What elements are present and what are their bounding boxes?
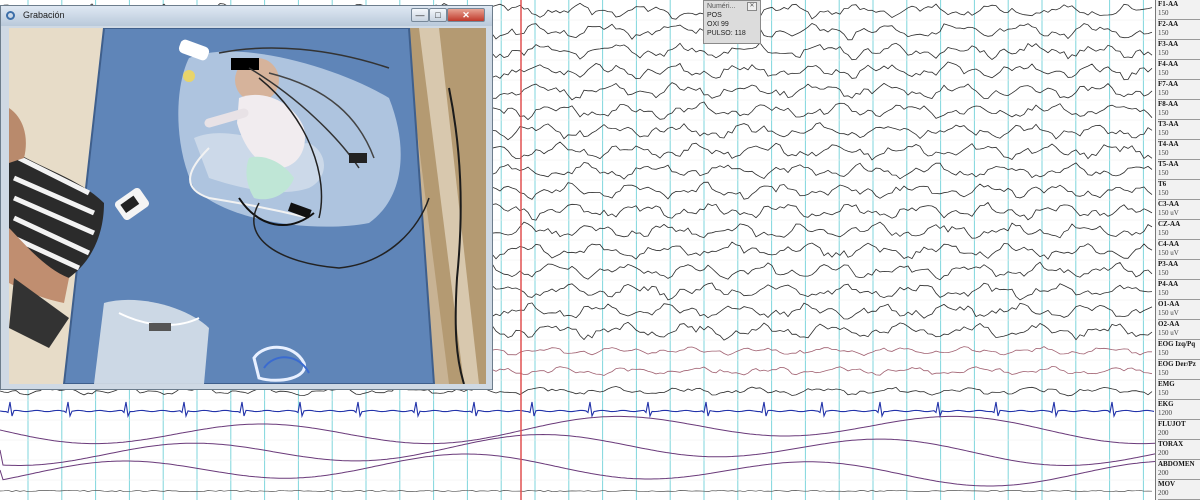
channel-name: C4-AA xyxy=(1158,240,1179,248)
channel-name: F4-AA xyxy=(1158,60,1179,68)
channel-name: O2-AA xyxy=(1158,320,1180,328)
channel-gain: 150 xyxy=(1158,89,1169,97)
channel-gain: 150 xyxy=(1158,229,1169,237)
channel-name: T3-AA xyxy=(1158,120,1179,128)
channel-name: F1-AA xyxy=(1158,0,1179,8)
channel-label[interactable]: F1-AA 150 xyxy=(1158,0,1200,20)
channel-name: P3-AA xyxy=(1158,260,1179,268)
channel-gain: 150 xyxy=(1158,389,1169,397)
ekg-trace xyxy=(0,401,1155,419)
respiratory-trace xyxy=(0,415,1155,445)
video-window-titlebar[interactable]: Grabación — □ ✕ xyxy=(1,6,492,26)
channel-name: T5-AA xyxy=(1158,160,1179,168)
channel-name: F8-AA xyxy=(1158,100,1179,108)
channel-label[interactable]: ABDOMEN 200 xyxy=(1158,460,1200,480)
channel-gain: 150 xyxy=(1158,109,1169,117)
channel-label[interactable]: TORAX 200 xyxy=(1158,440,1200,460)
channel-gain: 150 xyxy=(1158,29,1169,37)
channel-name: TORAX xyxy=(1158,440,1184,448)
numeric-panel-close-icon[interactable]: ✕ xyxy=(747,2,757,11)
respiratory-trace xyxy=(0,453,1155,487)
channel-gain: 1200 xyxy=(1158,409,1172,417)
minimize-button[interactable]: — xyxy=(411,8,429,22)
channel-label-panel: F1-AA 150 F2-AA 150 F3-AA 150 F4-AA 150 F7-AA 150… xyxy=(1155,0,1200,500)
channel-name: F7-AA xyxy=(1158,80,1179,88)
channel-label[interactable]: T4-AA 150 xyxy=(1158,140,1200,160)
channel-label[interactable]: O1-AA 150 uV xyxy=(1158,300,1200,320)
channel-label[interactable]: F3-AA 150 xyxy=(1158,40,1200,60)
channel-name: EOG Izq/Pq xyxy=(1158,340,1196,348)
movement-trace xyxy=(0,489,1153,493)
channel-name: F3-AA xyxy=(1158,40,1179,48)
channel-label[interactable]: EKG 1200 xyxy=(1158,400,1200,420)
channel-gain: 150 xyxy=(1158,9,1169,17)
video-scene-image xyxy=(9,28,486,384)
close-button[interactable]: ✕ xyxy=(447,8,485,22)
numeric-readout-panel[interactable]: Numéri... ✕ POS OXI 99 PULSO: 118 xyxy=(703,0,761,44)
channel-label[interactable]: T6 150 xyxy=(1158,180,1200,200)
channel-gain: 150 uV xyxy=(1158,209,1179,217)
channel-gain: 200 xyxy=(1158,449,1169,457)
channel-gain: 150 xyxy=(1158,289,1169,297)
channel-gain: 150 xyxy=(1158,269,1169,277)
channel-gain: 200 xyxy=(1158,489,1169,497)
channel-name: P4-AA xyxy=(1158,280,1179,288)
channel-label[interactable]: C4-AA 150 uV xyxy=(1158,240,1200,260)
channel-gain: 150 xyxy=(1158,349,1169,357)
channel-name: O1-AA xyxy=(1158,300,1180,308)
position-readout: POS xyxy=(707,12,722,19)
channel-label[interactable]: P4-AA 150 xyxy=(1158,280,1200,300)
channel-gain: 150 uV xyxy=(1158,309,1179,317)
channel-name: T4-AA xyxy=(1158,140,1179,148)
psg-viewer: F1-AA 150 F2-AA 150 F3-AA 150 F4-AA 150 F7-AA 150… xyxy=(0,0,1200,500)
channel-label[interactable]: MOV 200 xyxy=(1158,480,1200,500)
channel-label[interactable]: CZ-AA 150 xyxy=(1158,220,1200,240)
numeric-panel-title: Numéri... xyxy=(707,3,736,10)
channel-label[interactable]: O2-AA 150 uV xyxy=(1158,320,1200,340)
channel-gain: 150 uV xyxy=(1158,329,1179,337)
maximize-button[interactable]: □ xyxy=(429,8,447,22)
channel-gain: 150 xyxy=(1158,129,1169,137)
channel-gain: 150 xyxy=(1158,169,1169,177)
channel-gain: 150 uV xyxy=(1158,249,1179,257)
channel-gain: 150 xyxy=(1158,49,1169,57)
channel-name: EMG xyxy=(1158,380,1175,388)
app-circle-icon xyxy=(6,11,15,20)
channel-label[interactable]: F2-AA 150 xyxy=(1158,20,1200,40)
channel-name: CZ-AA xyxy=(1158,220,1181,228)
channel-gain: 200 xyxy=(1158,429,1169,437)
channel-name: F2-AA xyxy=(1158,20,1179,28)
pulse-readout: PULSO: 118 xyxy=(707,30,746,37)
channel-name: EKG xyxy=(1158,400,1174,408)
channel-gain: 150 xyxy=(1158,189,1169,197)
channel-name: C3-AA xyxy=(1158,200,1179,208)
channel-gain: 150 xyxy=(1158,149,1169,157)
recording-video-window[interactable]: Grabación — □ ✕ xyxy=(0,5,493,390)
channel-label[interactable]: EOG Izq/Pq 150 xyxy=(1158,340,1200,360)
oximetry-readout: OXI 99 xyxy=(707,21,729,28)
channel-label[interactable]: F4-AA 150 xyxy=(1158,60,1200,80)
channel-gain: 150 xyxy=(1158,369,1169,377)
channel-label[interactable]: EMG 150 xyxy=(1158,380,1200,400)
channel-name: ABDOMEN xyxy=(1158,460,1195,468)
channel-label[interactable]: EOG Der/Pz 150 xyxy=(1158,360,1200,380)
channel-name: T6 xyxy=(1158,180,1167,188)
channel-label[interactable]: P3-AA 150 xyxy=(1158,260,1200,280)
channel-label[interactable]: F8-AA 150 xyxy=(1158,100,1200,120)
respiratory-trace xyxy=(0,433,1155,466)
channel-name: EOG Der/Pz xyxy=(1158,360,1196,368)
window-title: Grabación xyxy=(23,10,65,20)
channel-label[interactable]: T5-AA 150 xyxy=(1158,160,1200,180)
channel-name: FLUJOT xyxy=(1158,420,1186,428)
channel-label[interactable]: FLUJOT 200 xyxy=(1158,420,1200,440)
video-feed xyxy=(9,28,486,384)
channel-label[interactable]: T3-AA 150 xyxy=(1158,120,1200,140)
channel-label[interactable]: C3-AA 150 uV xyxy=(1158,200,1200,220)
channel-label[interactable]: F7-AA 150 xyxy=(1158,80,1200,100)
channel-gain: 150 xyxy=(1158,69,1169,77)
channel-name: MOV xyxy=(1158,480,1176,488)
channel-gain: 200 xyxy=(1158,469,1169,477)
